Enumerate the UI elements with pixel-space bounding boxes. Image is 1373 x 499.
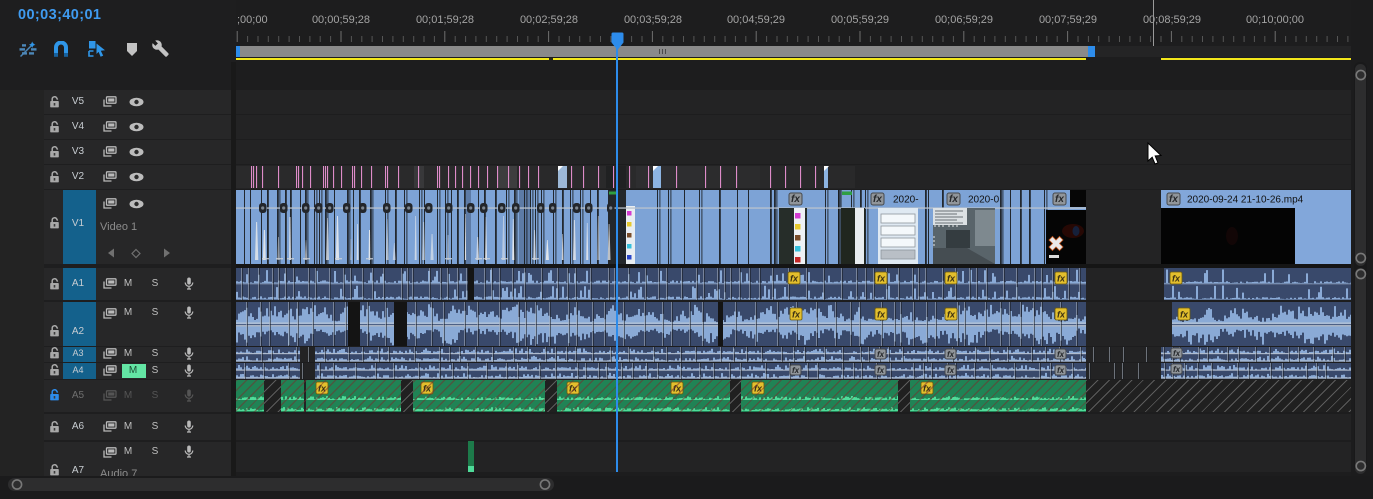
svg-text:fx: fx [790,274,799,284]
svg-text:fx: fx [947,366,955,375]
svg-text:fx: fx [877,366,885,375]
svg-text:fx: fx [1057,350,1065,359]
svg-text:fx: fx [947,310,956,320]
svg-text:fx: fx [877,274,886,284]
svg-text:fx: fx [792,310,801,320]
svg-text:fx: fx [1057,310,1066,320]
svg-text:fx: fx [792,366,800,375]
svg-text:2020-09-24 21-10-26.mp4: 2020-09-24 21-10-26.mp4 [1187,195,1304,206]
svg-text:fx: fx [947,274,956,284]
svg-text:fx: fx [1057,274,1066,284]
svg-text:fx: fx [1180,310,1189,320]
svg-text:2020-: 2020- [893,195,919,206]
svg-text:fx: fx [1173,365,1181,374]
svg-text:fx: fx [877,310,886,320]
svg-text:2020-0: 2020-0 [968,195,1000,206]
svg-text:fx: fx [791,194,800,205]
svg-text:fx: fx [947,350,955,359]
svg-text:fx: fx [1173,349,1181,358]
svg-text:fx: fx [1057,366,1065,375]
svg-text:fx: fx [1169,194,1178,205]
svg-text:fx: fx [873,194,882,205]
svg-text:fx: fx [877,350,885,359]
svg-text:fx: fx [1172,274,1181,284]
svg-text:fx: fx [949,194,958,205]
svg-text:fx: fx [1055,194,1064,205]
